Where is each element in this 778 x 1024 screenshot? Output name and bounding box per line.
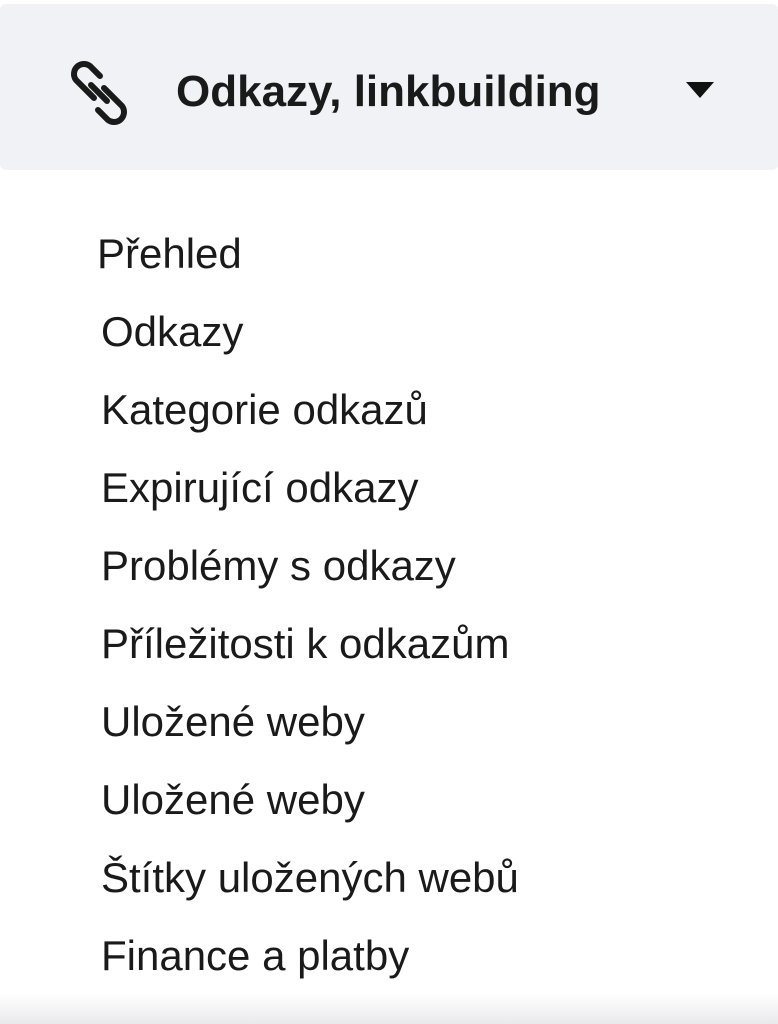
submenu-item-prehled[interactable]: Přehled (97, 226, 242, 282)
submenu-item-finance-a-platby[interactable]: Finance a platby (101, 928, 409, 984)
submenu-item-prilezitosti-k-odkazum[interactable]: Příležitosti k odkazům (101, 616, 509, 672)
submenu-item-ulozene-weby-2[interactable]: Uložené weby (101, 772, 365, 828)
menu-header-toggle[interactable]: Odkazy, linkbuilding (0, 4, 778, 170)
submenu-item-kategorie-odkazu[interactable]: Kategorie odkazů (101, 382, 428, 438)
menu-header-title: Odkazy, linkbuilding (176, 67, 601, 116)
link-icon (64, 58, 134, 128)
submenu-item-problemy-s-odkazy[interactable]: Problémy s odkazy (101, 538, 456, 594)
submenu-item-ulozene-weby[interactable]: Uložené weby (101, 694, 365, 750)
submenu-item-odkazy[interactable]: Odkazy (101, 304, 243, 360)
submenu-item-expirujici-odkazy[interactable]: Expirující odkazy (101, 460, 418, 516)
bottom-edge-divider (0, 994, 778, 1024)
caret-down-icon (686, 82, 714, 98)
submenu-list: Přehled Odkazy Kategorie odkazů Expirují… (0, 170, 778, 1024)
submenu-item-stitky-ulozenych-webu[interactable]: Štítky uložených webů (101, 850, 519, 906)
